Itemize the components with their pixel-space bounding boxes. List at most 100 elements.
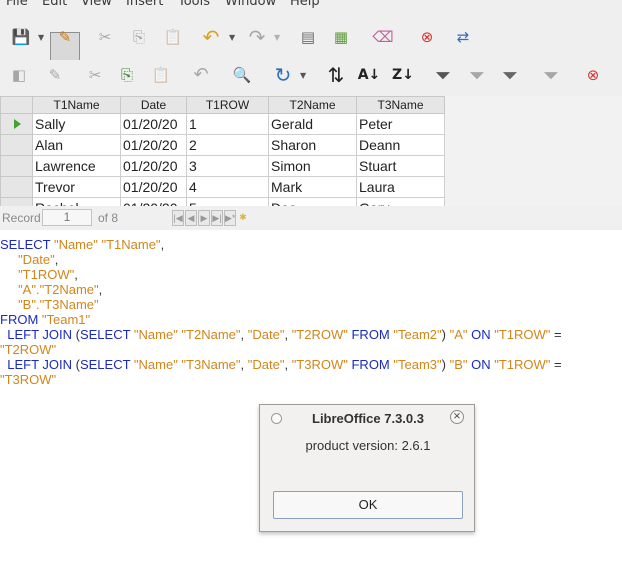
sort-descending-icon[interactable]: Z↓: [392, 64, 414, 86]
undo-icon[interactable]: ↶: [190, 64, 212, 86]
cell[interactable]: 01/20/20: [120, 113, 187, 135]
sql-keyword: FROM: [351, 357, 394, 372]
cell[interactable]: Alan: [32, 134, 121, 156]
delete-record-icon[interactable]: ⊗: [582, 64, 604, 86]
edit-data-icon[interactable]: ✎: [44, 64, 66, 86]
sort-icon[interactable]: ⇅: [325, 64, 347, 86]
apply-filter-icon[interactable]: ⏷: [466, 64, 488, 86]
menu-bar: File Edit View Insert Tools Window Help: [0, 0, 622, 12]
redo-dropdown-icon[interactable]: ▼: [274, 33, 280, 42]
refresh-icon[interactable]: ↻: [272, 64, 294, 86]
row-header[interactable]: [0, 176, 33, 198]
previous-record-button[interactable]: ◀: [185, 210, 197, 226]
cell[interactable]: Trevor: [32, 176, 121, 198]
new-record-button[interactable]: ▶*: [224, 210, 236, 226]
record-count: of 8: [98, 211, 119, 225]
cell[interactable]: Simon: [268, 155, 357, 177]
last-record-button[interactable]: ▶|: [211, 210, 223, 226]
run-query-icon[interactable]: ▤: [297, 26, 319, 48]
column-header-t1row[interactable]: T1ROW: [186, 96, 269, 114]
save-record-icon[interactable]: ◧: [8, 64, 30, 86]
save-icon[interactable]: 💾: [10, 26, 32, 48]
table-row[interactable]: Sally 01/20/20 1 Gerald Peter: [0, 113, 445, 135]
cell[interactable]: Dee: [268, 197, 357, 206]
standard-filter-icon[interactable]: ⏷: [499, 64, 521, 86]
cell[interactable]: 4: [186, 176, 269, 198]
table-row[interactable]: Lawrence 01/20/20 3 Simon Stuart: [0, 155, 445, 177]
undo-dropdown-icon[interactable]: ▼: [229, 33, 235, 42]
sql-keyword: ON: [471, 357, 495, 372]
menu-edit[interactable]: Edit: [42, 0, 67, 9]
copy-icon[interactable]: ⎘: [116, 64, 138, 86]
copy-icon[interactable]: ⎘: [128, 26, 150, 48]
cell[interactable]: 2: [186, 134, 269, 156]
sql-editor[interactable]: SELECT "Name" "T1Name", "Date", "T1ROW",…: [0, 237, 622, 387]
paste-icon[interactable]: 📋: [150, 64, 172, 86]
sql-punctuation: ,: [98, 282, 103, 297]
menu-window[interactable]: Window: [225, 0, 276, 9]
column-header-date[interactable]: Date: [120, 96, 187, 114]
record-number-field[interactable]: 1: [42, 209, 92, 226]
cell[interactable]: 01/20/20: [120, 134, 187, 156]
sql-punctuation: ,: [284, 327, 292, 342]
cell[interactable]: Gary: [356, 197, 445, 206]
table-row[interactable]: Rachel 01/20/20 5 Dee Gary: [0, 197, 445, 206]
edit-pencil-icon[interactable]: ✎: [54, 26, 76, 48]
remove-filter-icon[interactable]: ⏷: [540, 64, 562, 86]
cell[interactable]: 01/20/20: [120, 155, 187, 177]
column-header-t3name[interactable]: T3Name: [356, 96, 445, 114]
cell[interactable]: 1: [186, 113, 269, 135]
cut-icon[interactable]: ✂: [94, 26, 116, 48]
menu-help[interactable]: Help: [290, 0, 320, 9]
sort-ascending-icon[interactable]: A↓: [358, 64, 381, 86]
first-record-button[interactable]: |◀: [172, 210, 184, 226]
close-icon[interactable]: ⨯: [450, 410, 464, 424]
cell[interactable]: 3: [186, 155, 269, 177]
menu-tools[interactable]: Tools: [178, 0, 210, 9]
row-header[interactable]: [0, 134, 33, 156]
switch-design-icon[interactable]: ⇄: [452, 26, 474, 48]
menu-view[interactable]: View: [81, 0, 112, 9]
cell[interactable]: 01/20/20: [120, 197, 187, 206]
cell[interactable]: Rachel: [32, 197, 121, 206]
cell[interactable]: 01/20/20: [120, 176, 187, 198]
row-header-corner[interactable]: [0, 96, 33, 114]
sql-line: "A"."T2Name",: [0, 282, 622, 297]
next-record-button[interactable]: ▶: [198, 210, 210, 226]
sql-line: "T3ROW": [0, 372, 622, 387]
cut-icon[interactable]: ✂: [84, 64, 106, 86]
cell[interactable]: 5: [186, 197, 269, 206]
cell[interactable]: Lawrence: [32, 155, 121, 177]
current-record-indicator[interactable]: [0, 113, 33, 135]
cell[interactable]: Gerald: [268, 113, 357, 135]
cell[interactable]: Sharon: [268, 134, 357, 156]
refresh-dropdown-icon[interactable]: ▼: [300, 71, 306, 80]
paste-icon[interactable]: 📋: [162, 26, 184, 48]
close-document-icon[interactable]: ⊗: [416, 26, 438, 48]
ok-button[interactable]: OK: [273, 491, 463, 519]
table-row[interactable]: Trevor 01/20/20 4 Mark Laura: [0, 176, 445, 198]
row-header[interactable]: [0, 197, 33, 206]
chevron-down-icon[interactable]: ▼: [38, 33, 44, 42]
menu-insert[interactable]: Insert: [126, 0, 163, 9]
cell[interactable]: Sally: [32, 113, 121, 135]
clear-query-icon[interactable]: ⌫: [372, 26, 394, 48]
cell[interactable]: Laura: [356, 176, 445, 198]
cell[interactable]: Stuart: [356, 155, 445, 177]
cell[interactable]: Mark: [268, 176, 357, 198]
menu-file[interactable]: File: [6, 0, 28, 9]
redo-icon[interactable]: ↷: [246, 26, 268, 48]
row-header[interactable]: [0, 155, 33, 177]
find-icon[interactable]: 🔍: [231, 64, 253, 86]
autofilter-icon[interactable]: ⏷: [432, 64, 454, 86]
table-row[interactable]: Alan 01/20/20 2 Sharon Deann: [0, 134, 445, 156]
column-header-t2name[interactable]: T2Name: [268, 96, 357, 114]
chart-db-icon[interactable]: ▦: [330, 26, 352, 48]
undo-icon[interactable]: ↶: [200, 26, 222, 48]
grid-header-row: T1Name Date T1ROW T2Name T3Name: [0, 96, 445, 114]
sql-keyword: SELECT: [79, 357, 134, 372]
cell[interactable]: Deann: [356, 134, 445, 156]
cell[interactable]: Peter: [356, 113, 445, 135]
column-header-t1name[interactable]: T1Name: [32, 96, 121, 114]
sql-identifier: "Name" "T3Name": [133, 357, 241, 372]
